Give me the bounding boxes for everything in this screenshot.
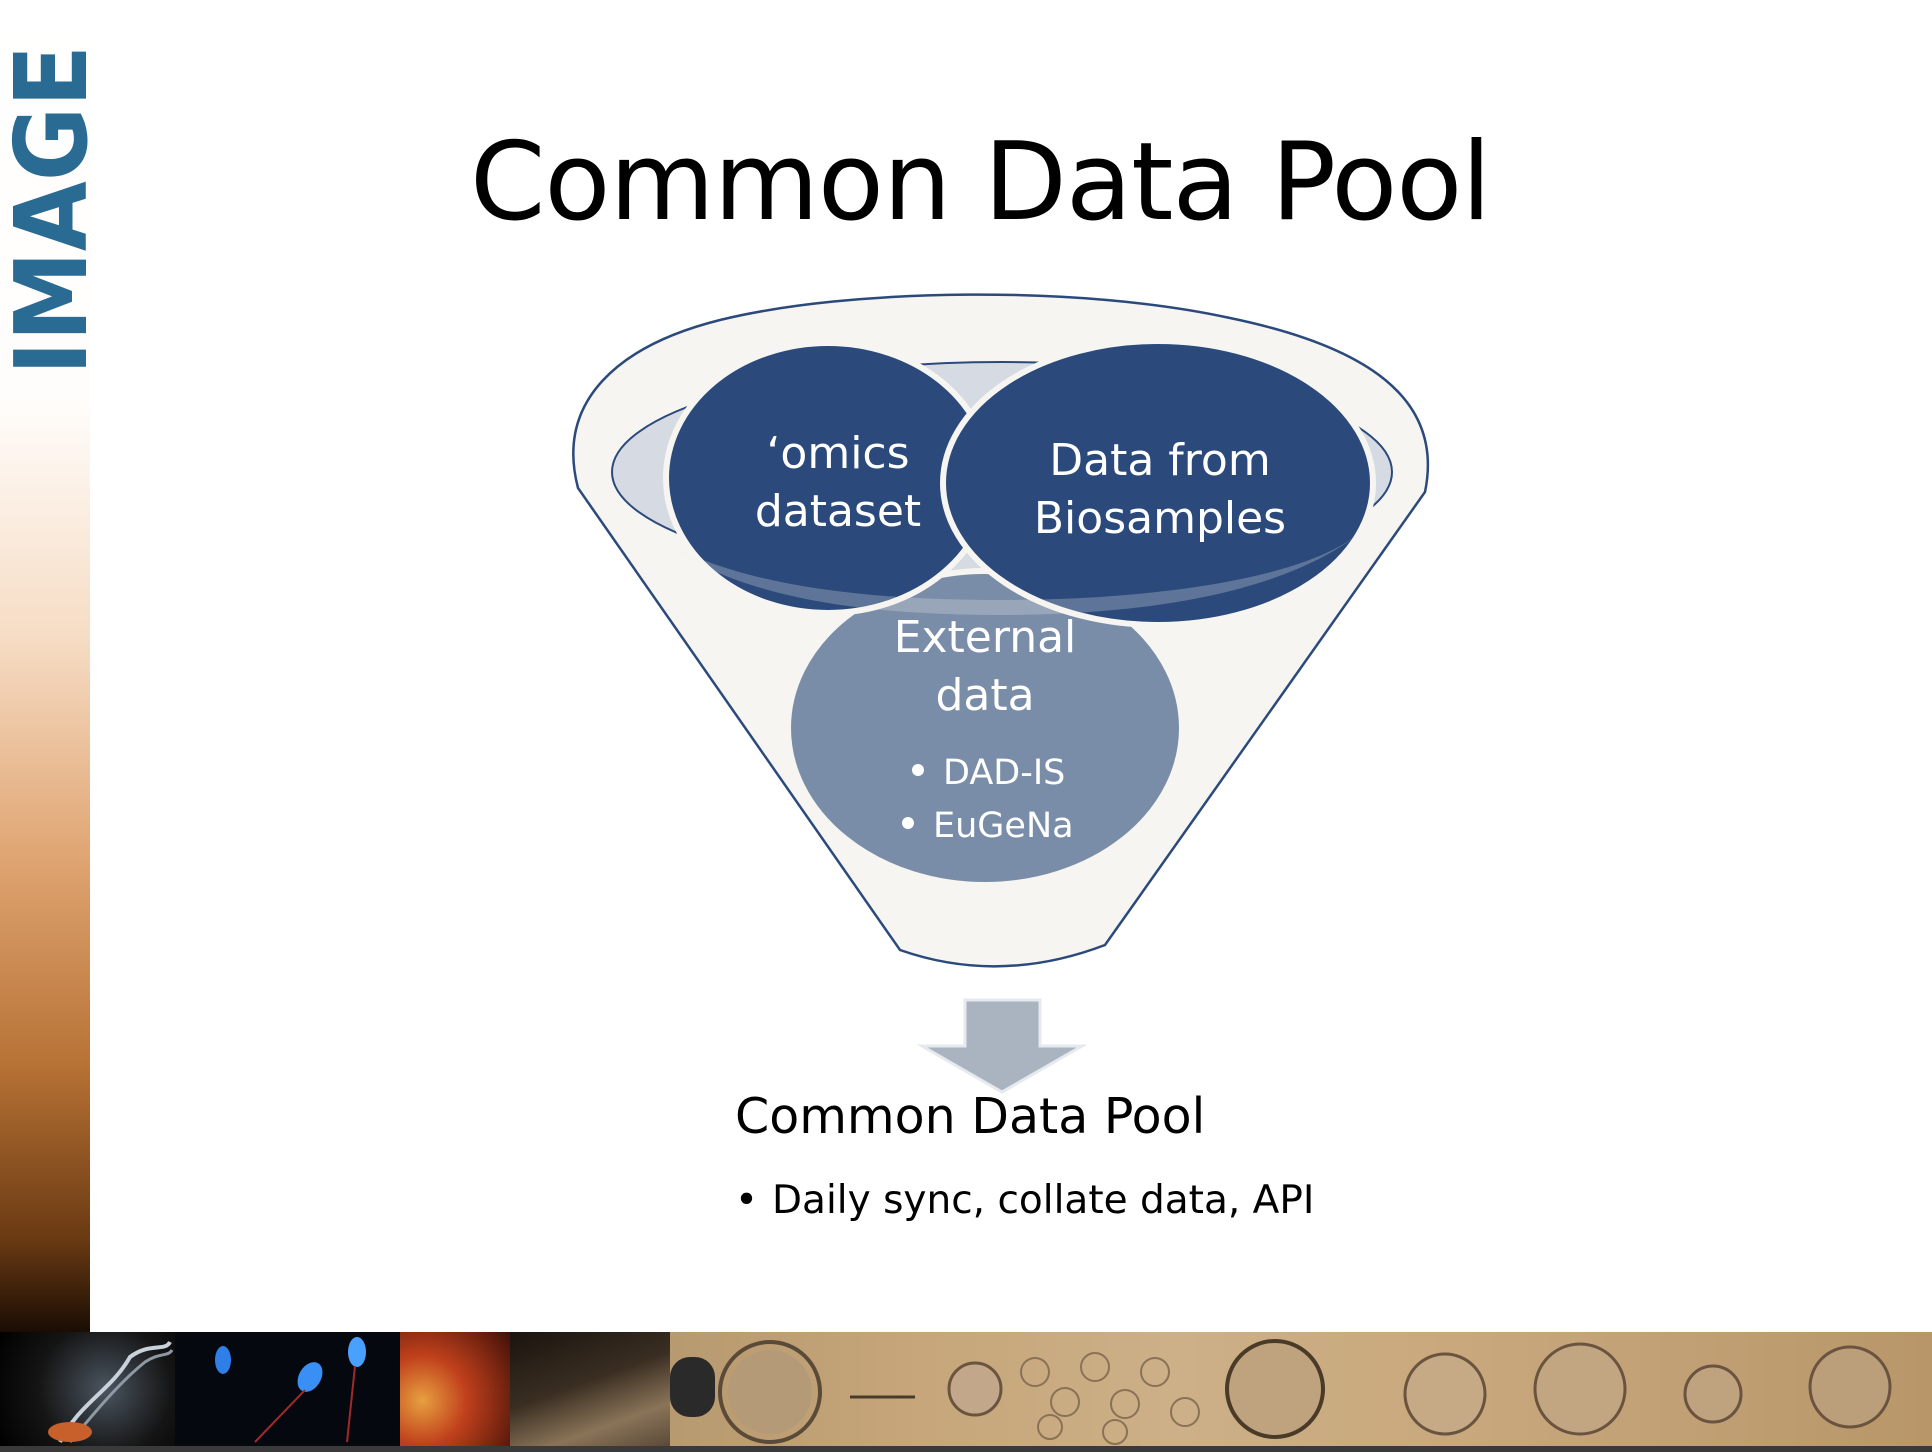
biosamples-label-line-1: Data from	[1049, 435, 1270, 486]
external-item-eugena: EuGeNa	[933, 806, 1074, 846]
omics-label-line-2: dataset	[755, 486, 921, 537]
bullet-dot	[912, 764, 924, 776]
output-bullets: Daily sync, collate data, API	[735, 1178, 1314, 1223]
bottom-rule	[0, 1446, 1932, 1452]
external-label-line-2: data	[935, 670, 1034, 721]
output-bullet: Daily sync, collate data, API	[735, 1178, 1314, 1223]
microscopy-strip	[670, 1332, 1932, 1446]
egg-image	[400, 1332, 510, 1446]
tissue-image	[510, 1332, 670, 1446]
omics-label-line-1: ‘omics	[766, 428, 909, 479]
output-heading: Common Data Pool	[735, 1088, 1206, 1145]
bullet-dot	[902, 817, 914, 829]
external-item-dadis: DAD-IS	[943, 753, 1065, 793]
external-label-line-1: External	[894, 612, 1077, 663]
down-arrow	[916, 998, 1088, 1094]
image-filmstrip	[0, 1332, 1932, 1446]
slide: IMAGE Common Data Pool ‘omics dataset Da…	[0, 0, 1932, 1452]
dna-image	[0, 1332, 175, 1446]
biosamples-label-line-2: Biosamples	[1034, 493, 1286, 544]
funnel-diagram: ‘omics dataset Data from Biosamples Exte…	[572, 293, 1430, 1094]
sperm-image	[175, 1332, 400, 1446]
